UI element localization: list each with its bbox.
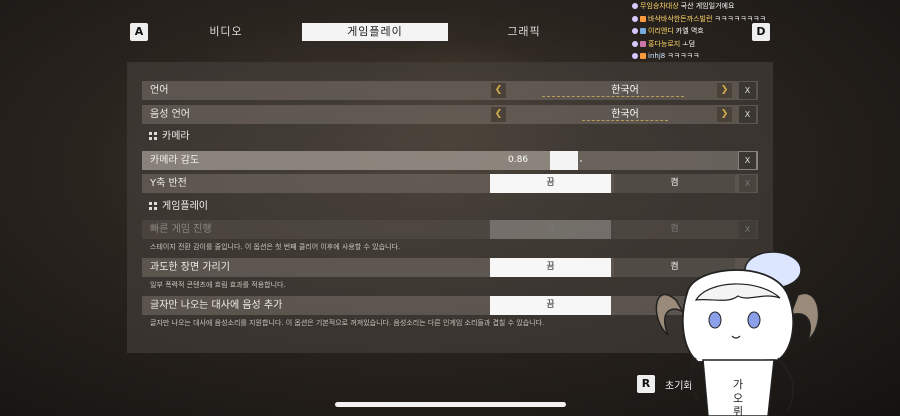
home-indicator[interactable] (335, 402, 566, 407)
chevron-right-icon[interactable]: ❯ (717, 83, 732, 98)
slider-tick (580, 160, 582, 162)
language-label: 언어 (150, 85, 169, 96)
tab-video[interactable]: 비디오 (152, 23, 300, 41)
streamer-mascot-image: 가 오 뤼 (655, 251, 820, 416)
section-title: 카메라 (162, 131, 190, 142)
hide-violence-description: 일부 폭력적 콘텐츠에 흐림 효과를 적용합니다. (150, 281, 286, 289)
chat-line: 무임승차대상 국산 게임일거에요 (632, 0, 782, 13)
camera-section-heading: 카메라 (149, 130, 190, 144)
chevron-right-icon[interactable]: ❯ (717, 107, 732, 122)
chat-username: 바삭바삭한돈까스빌런 (648, 14, 713, 23)
chat-username: 무임승차대상 (640, 2, 679, 10)
invert-y-off-option[interactable]: 끔 (490, 174, 611, 193)
chat-username: 이리앤디 (648, 27, 674, 35)
camera-sensitivity-row[interactable]: 카메라 감도 0.86 X (142, 151, 758, 170)
chat-message: 국산 게임일거에요 (680, 2, 735, 10)
gameplay-section-heading: 게임플레이 (149, 200, 208, 214)
chevron-left-icon[interactable]: ❮ (491, 107, 506, 122)
voice-for-text-description: 글자만 나오는 대사에 음성소리를 지원합니다. 이 옵션은 기본적으로 꺼져있… (150, 319, 545, 327)
chat-line: 홍다능로지 ㅗ덤 (632, 38, 782, 51)
section-grid-icon (149, 132, 157, 140)
selection-underline (542, 96, 684, 97)
language-value: 한국어 (611, 85, 639, 96)
chat-username: inhj8 (648, 52, 666, 60)
user-badge-icon (632, 3, 638, 10)
chat-message: ㅗ덤 (682, 39, 696, 48)
svg-text:가: 가 (733, 378, 743, 391)
chat-message: ㅋㅋㅋㅋㅋ (667, 52, 700, 60)
selection-underline (582, 120, 668, 121)
user-badge-icon (632, 40, 638, 47)
hide-violence-label: 과도한 장면 가리기 (150, 262, 230, 273)
reset-camera-sensitivity-button[interactable]: X (739, 152, 756, 169)
language-row[interactable]: 언어 ❮ 한국어 ❯ X (142, 81, 758, 100)
fast-play-label: 빠른 게임 진행 (150, 224, 212, 235)
invert-y-row[interactable]: Y축 반전 끔 켬 X (142, 174, 758, 193)
svg-text:뤼: 뤼 (733, 405, 743, 416)
chevron-left-icon[interactable]: ❮ (491, 83, 506, 98)
reset-invert-y-button[interactable]: X (739, 175, 756, 192)
chat-message: ㅋㅋㅋㅋㅋㅋㅋㅋ (714, 14, 766, 23)
user-badge-icon (632, 15, 638, 22)
fast-play-on-option: 켬 (614, 220, 735, 239)
fast-play-row: 빠른 게임 진행 끔 켬 X (142, 220, 758, 239)
prev-tab-key[interactable]: A (130, 23, 148, 41)
camera-sensitivity-label: 카메라 감도 (150, 155, 200, 166)
chat-username: 홍다능로지 (648, 39, 681, 48)
fast-play-off-option: 끔 (490, 220, 611, 239)
camera-sensitivity-value: 0.86 (508, 155, 529, 165)
chat-line: 바삭바삭한돈까스빌런 ㅋㅋㅋㅋㅋㅋㅋㅋ (632, 13, 782, 26)
reset-fast-play-button: X (739, 221, 756, 238)
fast-play-description: 스테이지 전환 감이를 줄입니다. 이 옵션은 첫 번째 클리어 이후에 사용할… (150, 243, 401, 251)
slider-fill (550, 151, 579, 170)
hide-violence-off-option[interactable]: 끔 (490, 258, 611, 277)
voice-language-label: 음성 언어 (150, 109, 190, 120)
chat-line: inhj8 ㅋㅋㅋㅋㅋ (632, 50, 782, 63)
stream-chat-overlay: 무임승차대상 국산 게임일거에요 바삭바삭한돈까스빌런 ㅋㅋㅋㅋㅋㅋㅋㅋ 이리앤디 카… (632, 0, 782, 63)
camera-sensitivity-slider[interactable] (550, 151, 738, 170)
svg-text:오: 오 (733, 392, 743, 405)
subscriber-badge-icon (640, 15, 646, 22)
voice-for-text-off-option[interactable]: 끔 (490, 296, 611, 315)
voice-language-row[interactable]: 음성 언어 ❮ 한국어 ❯ X (142, 105, 758, 124)
voice-for-text-label: 글자만 나오는 대사에 음성 추가 (150, 300, 283, 311)
user-badge-icon (632, 53, 638, 60)
invert-y-label: Y축 반전 (150, 178, 187, 189)
chat-message: 카엘 멱흐 (675, 27, 704, 35)
voice-language-value: 한국어 (611, 109, 639, 120)
chat-line: 이리앤디 카엘 멱흐 (632, 25, 782, 38)
tab-graphics[interactable]: 그래픽 (450, 23, 598, 41)
section-title: 게임플레이 (162, 201, 208, 212)
subscriber-badge-icon (640, 40, 646, 47)
reset-voice-language-button[interactable]: X (739, 106, 756, 123)
subscriber-badge-icon (640, 28, 646, 35)
tab-gameplay[interactable]: 게임플레이 (302, 23, 448, 41)
subscriber-badge-icon (640, 53, 646, 60)
invert-y-on-option[interactable]: 켬 (614, 174, 735, 193)
reset-language-button[interactable]: X (739, 82, 756, 99)
section-grid-icon (149, 202, 157, 210)
user-badge-icon (632, 28, 638, 35)
